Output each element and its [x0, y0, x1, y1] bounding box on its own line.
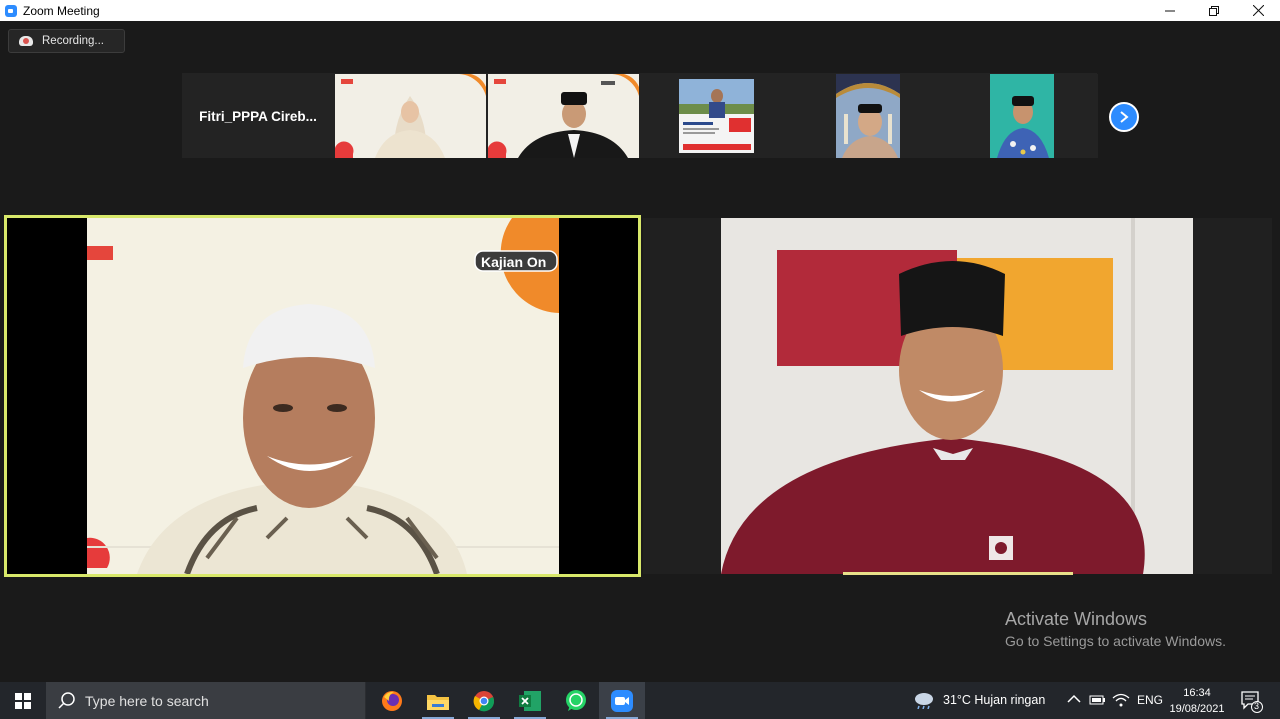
participant-video-image	[335, 74, 486, 158]
cloud-recording-icon	[19, 36, 33, 46]
participant-video-thumbnail[interactable]	[641, 74, 792, 158]
participant-video-image	[794, 74, 945, 158]
participant-video-large[interactable]	[643, 218, 1272, 574]
clock-date: 19/08/2021	[1169, 703, 1225, 715]
participant-video-thumbnail[interactable]	[488, 74, 639, 158]
recording-indicator[interactable]: Recording...	[8, 29, 125, 53]
search-icon	[58, 691, 75, 709]
participant-video-thumbnail[interactable]	[947, 74, 1098, 158]
battery-icon[interactable]	[1089, 693, 1107, 707]
watermark-subtitle: Go to Settings to activate Windows.	[1005, 633, 1226, 649]
chevron-right-icon	[1120, 111, 1129, 123]
restore-icon	[1209, 5, 1219, 16]
clock-time: 16:34	[1183, 687, 1211, 699]
windows-logo-icon	[15, 692, 31, 709]
minimize-button[interactable]	[1148, 0, 1192, 21]
participant-video-image	[641, 74, 792, 158]
speaker-video-image: Kajian On	[7, 218, 638, 574]
participant-filmstrip: Fitri_PPPA Cireb...	[182, 73, 1098, 158]
participant-video-thumbnail[interactable]	[794, 74, 945, 158]
excel-icon	[519, 690, 541, 711]
taskbar-search-box[interactable]: Type here to search	[46, 682, 366, 719]
taskbar-firefox[interactable]	[369, 682, 415, 719]
restore-button[interactable]	[1192, 0, 1236, 21]
participant-video-image	[488, 74, 639, 158]
recording-label: Recording...	[42, 35, 105, 47]
taskbar-zoom[interactable]	[599, 682, 645, 719]
window-title: Zoom Meeting	[23, 3, 100, 18]
start-button[interactable]	[0, 682, 46, 719]
participant-name: Fitri_PPPA Cireb...	[199, 108, 317, 124]
close-icon	[1252, 5, 1264, 16]
active-speaker-video[interactable]: Kajian On	[4, 215, 641, 577]
speaking-indicator	[843, 572, 1073, 575]
meeting-area: Recording... Fitri_PPPA Cireb... Kajian …	[0, 21, 1280, 682]
taskbar-whatsapp[interactable]	[553, 682, 599, 719]
window-title-bar: Zoom Meeting	[0, 0, 1280, 21]
participant-video-thumbnail[interactable]	[335, 74, 486, 158]
zoom-app-icon	[5, 4, 17, 17]
zoom-icon	[611, 689, 633, 712]
action-center-button[interactable]: 3	[1240, 689, 1264, 713]
windows-taskbar: Type here to search 31°C Hujan ringan EN…	[0, 682, 1280, 719]
activate-windows-watermark: Activate Windows Go to Settings to activ…	[1005, 609, 1226, 649]
participant-tile-name-only[interactable]: Fitri_PPPA Cireb...	[182, 74, 334, 158]
participant-video-image	[947, 74, 1098, 158]
taskbar-chrome[interactable]	[461, 682, 507, 719]
video-overlay-text: Kajian On	[481, 254, 546, 270]
notification-icon	[1241, 691, 1263, 713]
watermark-title: Activate Windows	[1005, 609, 1148, 629]
chrome-icon	[473, 690, 494, 711]
weather-cloud-rain-icon[interactable]	[913, 691, 935, 709]
whatsapp-icon	[566, 689, 586, 711]
firefox-icon	[382, 690, 402, 711]
taskbar-clock[interactable]: 16:34 19/08/2021	[1160, 685, 1234, 717]
participant-video-image	[643, 218, 1272, 574]
search-placeholder: Type here to search	[85, 692, 209, 709]
chevron-up-icon[interactable]	[1067, 694, 1081, 704]
folder-icon	[427, 694, 449, 710]
minimize-icon	[1165, 10, 1175, 11]
weather-text[interactable]: 31°C Hujan ringan	[943, 693, 1045, 707]
wifi-icon[interactable]	[1112, 692, 1130, 708]
notification-count: 3	[1254, 701, 1260, 711]
close-button[interactable]	[1236, 0, 1280, 21]
taskbar-file-explorer[interactable]	[415, 682, 461, 719]
taskbar-excel[interactable]	[507, 682, 553, 719]
filmstrip-next-button[interactable]	[1109, 102, 1139, 132]
